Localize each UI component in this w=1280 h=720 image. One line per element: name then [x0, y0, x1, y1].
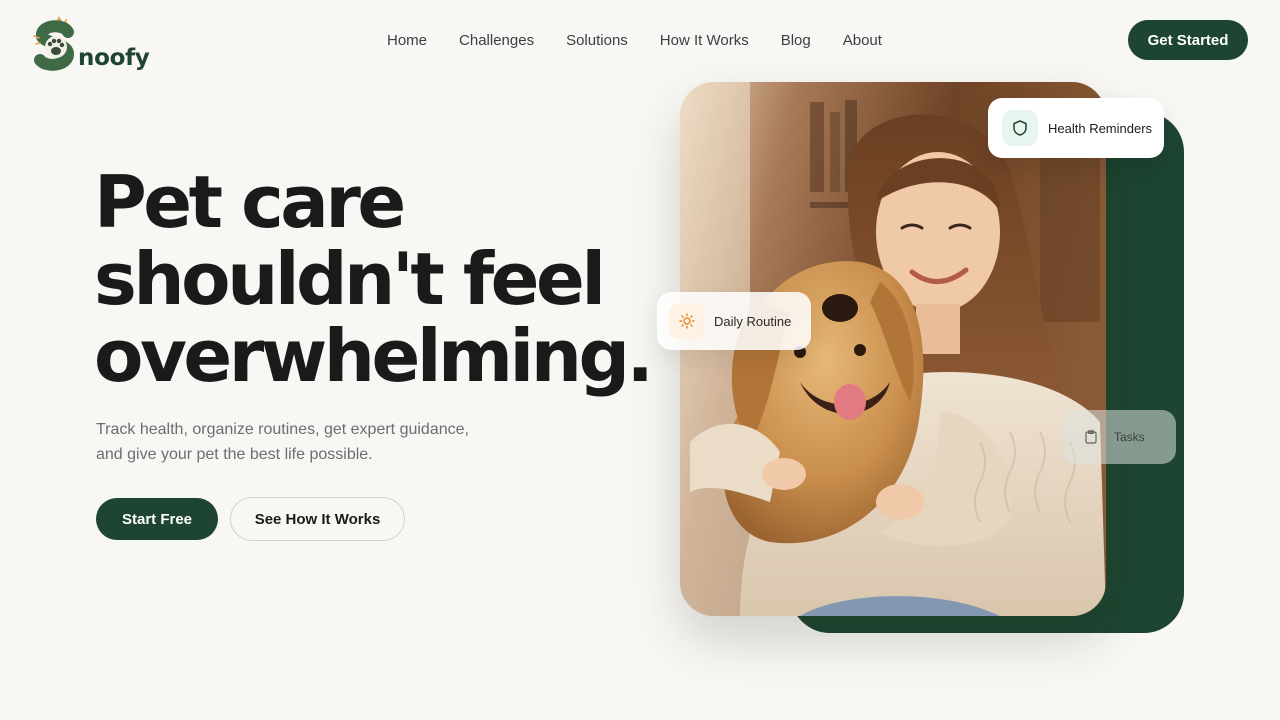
daily-routine-label: Daily Routine [714, 313, 792, 329]
logo-mark-icon [30, 14, 82, 72]
sun-icon [669, 303, 705, 339]
hero-subtitle: Track health, organize routines, get exp… [96, 417, 516, 467]
subtitle-line-1: Track health, organize routines, get exp… [96, 421, 469, 438]
headline-line-2: shouldn't feel [94, 237, 606, 321]
headline-line-3: overwhelming. [94, 314, 654, 398]
nav-challenges[interactable]: Challenges [459, 31, 534, 51]
brand-name: noofy [78, 45, 150, 71]
tasks-card: Tasks [1062, 410, 1176, 464]
start-free-button[interactable]: Start Free [96, 498, 218, 540]
hero-headline: Pet care shouldn't feel overwhelming. [94, 164, 654, 395]
main-nav: Home Challenges Solutions How It Works B… [387, 31, 914, 51]
health-reminders-card: Health Reminders [988, 98, 1164, 158]
see-how-it-works-button[interactable]: See How It Works [230, 497, 405, 541]
health-reminders-label: Health Reminders [1048, 120, 1153, 136]
nav-how-it-works[interactable]: How It Works [660, 31, 749, 51]
nav-about[interactable]: About [843, 31, 882, 51]
nav-home[interactable]: Home [387, 31, 427, 51]
headline-line-1: Pet care [94, 160, 406, 244]
brand-logo[interactable]: noofy [30, 12, 150, 72]
daily-routine-card: Daily Routine [657, 292, 811, 350]
nav-solutions[interactable]: Solutions [566, 31, 628, 51]
shield-icon [1002, 110, 1038, 146]
tasks-label: Tasks [1114, 430, 1145, 444]
clipboard-icon [1082, 428, 1100, 446]
nav-blog[interactable]: Blog [781, 31, 811, 51]
subtitle-line-2: and give your pet the best life possible… [96, 446, 373, 463]
get-started-button[interactable]: Get Started [1128, 20, 1248, 60]
